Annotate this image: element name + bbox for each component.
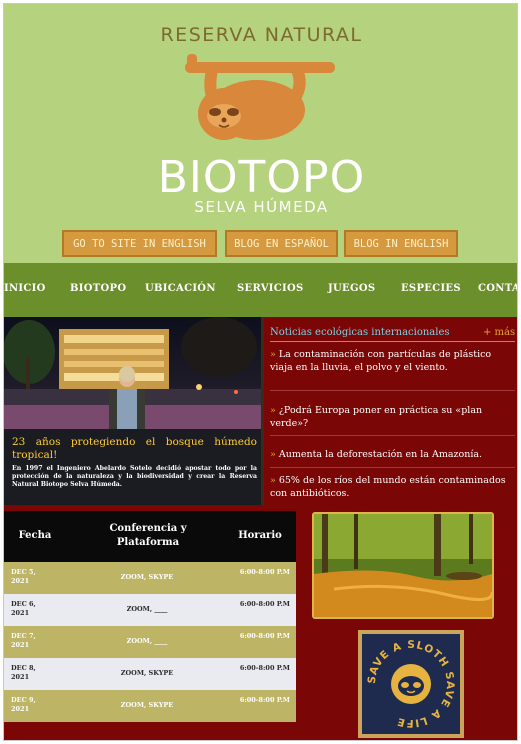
cell-date: DEC 8, 2021 [11, 664, 36, 681]
news-item[interactable]: » 65% de los ríos del mundo están contam… [270, 474, 515, 500]
table-row: DEC 8, 2021 ZOOM, SKYPE 6:00-8:00 P.M [4, 658, 296, 690]
column-header-platform: Conferencia y Plataforma [109, 523, 187, 548]
table-row: DEC 9, 2021 ZOOM, SKYPE 6:00-8:00 P.M [4, 690, 296, 722]
hero-photo [4, 317, 261, 429]
cell-date: DEC 9, 2021 [11, 696, 36, 713]
news-item-text: ¿Podrá Europa poner en práctica su «plan… [270, 405, 483, 429]
blog-spanish-button[interactable]: BLOG EN ESPAÑOL [225, 230, 338, 257]
site-header: RESERVA NATURAL BIOTOPO SELVA HÚMEDA GO … [4, 4, 517, 263]
nav-item-contacto[interactable]: CONTA [478, 283, 517, 294]
cell-time: 6:00-8:00 P.M [239, 632, 290, 640]
logo-sub-text: SELVA HÚMEDA [194, 198, 329, 216]
cell-time: 6:00-8:00 P.M [239, 664, 290, 672]
news-item-text: 65% de los ríos del mundo están contamin… [270, 475, 506, 499]
cell-platform: ZOOM, SKYPE [120, 573, 174, 581]
arrow-icon: » [270, 449, 276, 460]
hero-banner: 23 años protegiendo el bosque húmedo tro… [4, 317, 261, 505]
sloth-badge-icon: SAVE A SLOTH SAVE A LIFE [366, 639, 455, 729]
table-row: DEC 5, 2021 ZOOM, SKYPE 6:00-8:00 P.M [4, 562, 296, 594]
blog-english-button[interactable]: BLOG IN ENGLISH [344, 230, 458, 257]
news-item[interactable]: » ¿Podrá Europa poner en práctica su «pl… [270, 404, 515, 430]
logo-main-text: BIOTOPO [157, 152, 366, 203]
page-frame: RESERVA NATURAL BIOTOPO SELVA HÚMEDA GO … [3, 3, 518, 741]
save-a-sloth-badge: SAVE A SLOTH SAVE A LIFE [358, 630, 464, 738]
news-panel: Noticias ecológicas internacionales + má… [261, 317, 517, 505]
news-heading: Noticias ecológicas internacionales [270, 327, 450, 338]
news-divider [270, 341, 515, 342]
news-item[interactable]: » Aumenta la deforestación en la Amazoní… [270, 448, 515, 461]
column-header-time: Horario [238, 530, 282, 541]
cell-date: DEC 5, 2021 [11, 568, 36, 585]
logo-top-text: RESERVA NATURAL [160, 24, 363, 46]
nav-item-servicios[interactable]: SERVICIOS [237, 283, 304, 294]
news-more-link[interactable]: + más [483, 327, 515, 338]
forest-river-image [312, 512, 494, 619]
cell-date: DEC 6, 2021 [11, 600, 36, 617]
news-divider [270, 435, 515, 436]
arrow-icon: » [270, 405, 276, 416]
cell-platform: ZOOM, ____ [126, 605, 168, 613]
nav-item-ubicacion[interactable]: UBICACIÓN [145, 283, 216, 294]
nav-item-especies[interactable]: ESPECIES [401, 283, 461, 294]
cell-platform: ZOOM, ____ [126, 637, 168, 645]
nav-item-inicio[interactable]: INICIO [4, 283, 46, 294]
news-item-text: Aumenta la deforestación en la Amazonía. [278, 449, 483, 460]
nav-item-juegos[interactable]: JUEGOS [328, 283, 375, 294]
arrow-icon: » [270, 475, 276, 486]
news-item-text: La contaminación con partículas de plást… [270, 349, 492, 373]
english-site-button[interactable]: GO TO SITE IN ENGLISH [62, 230, 217, 257]
news-divider [270, 467, 515, 468]
column-header-date: Fecha [18, 530, 52, 541]
news-divider [270, 390, 515, 391]
news-item[interactable]: » La contaminación con partículas de plá… [270, 348, 515, 374]
cell-platform: ZOOM, SKYPE [120, 669, 174, 677]
schedule-table: Fecha Conferencia y Plataforma Horario D… [4, 511, 296, 722]
cell-platform: ZOOM, SKYPE [120, 701, 174, 709]
table-row: DEC 6, 2021 ZOOM, ____ 6:00-8:00 P.M [4, 594, 296, 626]
cell-time: 6:00-8:00 P.M [239, 696, 290, 704]
sloth-logo-icon [185, 54, 335, 140]
cell-time: 6:00-8:00 P.M [239, 600, 290, 608]
table-row: DEC 7, 2021 ZOOM, ____ 6:00-8:00 P.M [4, 626, 296, 658]
hero-title: 23 años protegiendo el bosque húmedo tro… [12, 436, 257, 461]
table-header: Fecha Conferencia y Plataforma Horario [4, 511, 296, 562]
main-nav: INICIO BIOTOPO UBICACIÓN SERVICIOS JUEGO… [4, 263, 517, 317]
arrow-icon: » [270, 349, 276, 360]
cell-time: 6:00-8:00 P.M [239, 568, 290, 576]
nav-item-biotopo[interactable]: BIOTOPO [70, 283, 126, 294]
hero-description: En 1997 el Ingeniero Abelardo Sotelo dec… [12, 465, 257, 488]
cell-date: DEC 7, 2021 [11, 632, 36, 649]
